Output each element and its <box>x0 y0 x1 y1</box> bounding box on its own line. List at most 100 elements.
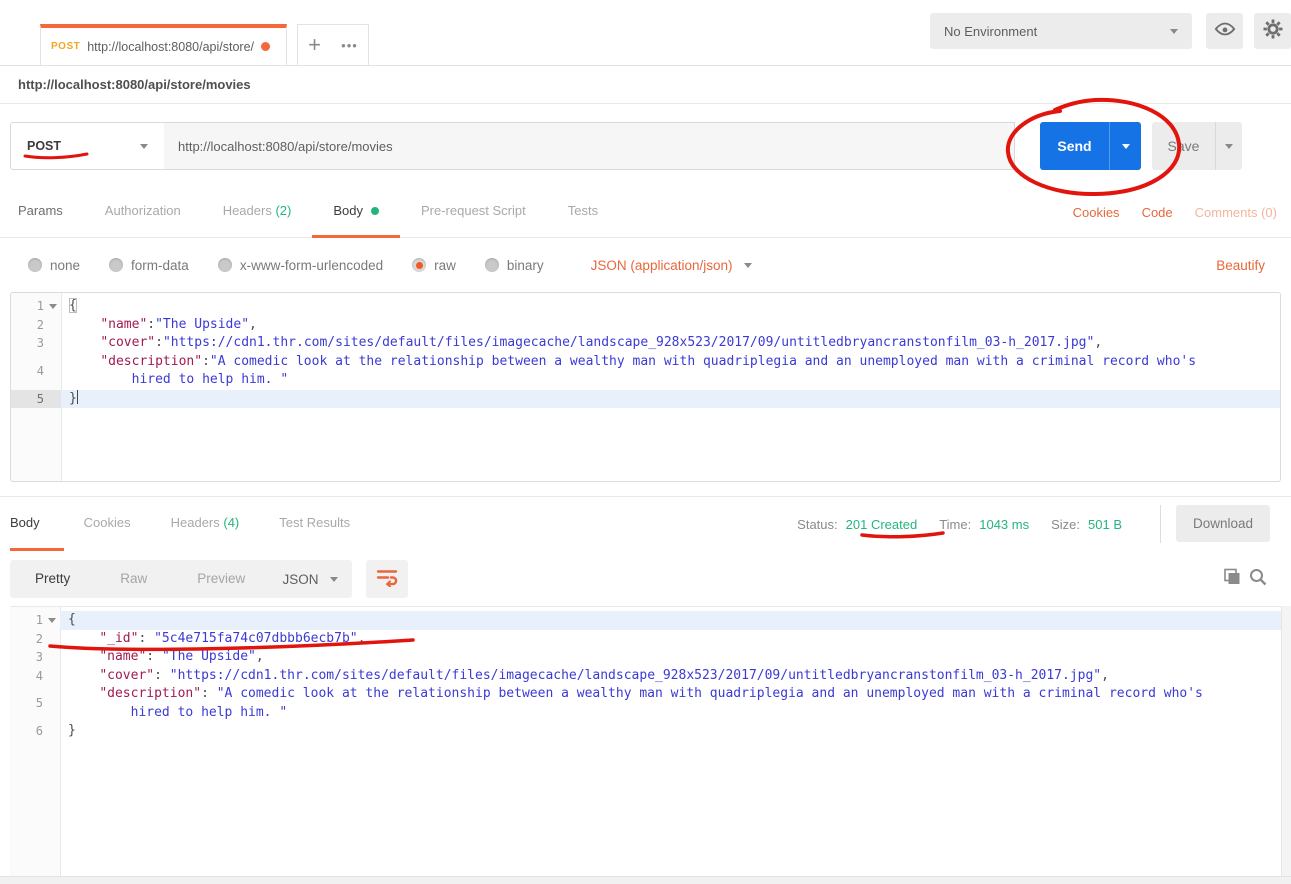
wrap-lines-button[interactable] <box>366 560 408 598</box>
tab-authorization[interactable]: Authorization <box>84 186 202 238</box>
code-line-3[interactable]: 3 "name": "The Upside", <box>10 648 1291 667</box>
method-selector[interactable]: POST <box>10 122 165 170</box>
code-line-5[interactable]: 5} <box>11 390 1280 409</box>
body-mode-form-data[interactable]: form-data <box>109 258 189 273</box>
vertical-scrollbar[interactable] <box>1281 606 1291 876</box>
top-bar: POST http://localhost:8080/api/store/ + … <box>0 0 1291 66</box>
request-builder: POST Send Save <box>0 104 1291 186</box>
content-type-selector[interactable]: JSON (application/json) <box>591 258 753 273</box>
line-number-4: 4 <box>10 667 60 686</box>
settings-button[interactable] <box>1254 13 1291 49</box>
search-icon <box>1248 574 1268 591</box>
fold-caret-icon[interactable] <box>49 304 57 309</box>
environment-selector[interactable]: No Environment <box>930 13 1192 49</box>
chevron-down-icon <box>1225 144 1233 149</box>
line-number-2: 2 <box>10 630 60 649</box>
url-input[interactable] <box>164 122 1015 170</box>
code-line-1[interactable]: 1{ <box>10 611 1291 630</box>
line-number-4: 4 <box>11 353 61 390</box>
line-number-5: 5 <box>11 390 61 409</box>
download-button[interactable]: Download <box>1176 505 1270 542</box>
radio-selected-icon[interactable] <box>412 258 426 272</box>
body-mode-none[interactable]: none <box>28 258 80 273</box>
status-label: Status: <box>797 517 837 532</box>
tab-body[interactable]: Body <box>312 186 400 238</box>
code-line-5[interactable]: 5 "description": "A comedic look at the … <box>10 685 1291 722</box>
wrap-lines-icon <box>376 567 398 592</box>
response-body-editor[interactable]: 1{2 "_id": "5c4e715fa74c07dbbb6ecb7b",3 … <box>10 606 1291 876</box>
code-line-4[interactable]: 4 "description":"A comedic look at the r… <box>11 353 1280 390</box>
cookies-link[interactable]: Cookies <box>1073 205 1120 220</box>
code-line-4[interactable]: 4 "cover": "https://cdn1.thr.com/sites/d… <box>10 667 1291 686</box>
view-pretty[interactable]: Pretty <box>10 560 95 598</box>
request-tabs: Params Authorization Headers (2) Body Pr… <box>18 186 619 238</box>
response-meta: Status: 201 Created Time: 1043 ms Size: … <box>797 497 1136 552</box>
request-tabs-row: Params Authorization Headers (2) Body Pr… <box>0 186 1291 238</box>
tab-url-label: http://localhost:8080/api/store/ <box>87 40 254 54</box>
response-tab-body[interactable]: Body <box>10 497 64 552</box>
code-line-1[interactable]: 1{ <box>11 297 1280 316</box>
request-code-rows: 1{2 "name":"The Upside",3 "cover":"https… <box>11 297 1280 408</box>
code-line-6[interactable]: 6} <box>10 722 1291 741</box>
radio-icon[interactable] <box>218 258 232 272</box>
line-number-5: 5 <box>10 685 60 722</box>
environment-quick-look-button[interactable] <box>1206 13 1243 49</box>
view-preview[interactable]: Preview <box>172 560 270 598</box>
copy-response-button[interactable] <box>1222 567 1242 592</box>
tab-params[interactable]: Params <box>18 186 84 238</box>
tab-headers[interactable]: Headers (2) <box>202 186 313 238</box>
line-number-1: 1 <box>10 611 60 630</box>
horizontal-scrollbar[interactable] <box>0 876 1291 884</box>
radio-icon[interactable] <box>485 258 499 272</box>
content-type-label: JSON (application/json) <box>591 258 733 273</box>
comments-link[interactable]: Comments (0) <box>1195 205 1277 220</box>
search-response-button[interactable] <box>1248 567 1268 592</box>
gear-icon <box>1261 17 1285 46</box>
send-options-caret[interactable] <box>1109 122 1141 170</box>
response-tab-cookies[interactable]: Cookies <box>64 497 151 552</box>
response-format-selector[interactable]: JSON <box>268 560 352 598</box>
tab-pre-request-script[interactable]: Pre-request Script <box>400 186 547 238</box>
body-mode-raw[interactable]: raw <box>412 258 456 273</box>
new-tab-button[interactable]: + <box>297 24 332 66</box>
body-present-dot <box>371 207 379 215</box>
chevron-down-icon <box>1170 29 1178 34</box>
line-number-3: 3 <box>10 648 60 667</box>
body-mode-x-www-form-urlencoded[interactable]: x-www-form-urlencoded <box>218 258 383 273</box>
chevron-down-icon <box>744 263 752 268</box>
tab-options-button[interactable]: ••• <box>331 24 369 66</box>
eye-icon <box>1214 18 1236 45</box>
response-format-label: JSON <box>282 572 318 587</box>
response-headers-count: (4) <box>223 515 239 530</box>
radio-icon[interactable] <box>28 258 42 272</box>
view-raw[interactable]: Raw <box>95 560 172 598</box>
save-options-caret[interactable] <box>1215 122 1242 170</box>
send-button[interactable]: Send <box>1040 122 1141 170</box>
response-view-group: Pretty Raw Preview <box>10 560 270 598</box>
response-toolbar: Pretty Raw Preview JSON <box>0 551 1291 606</box>
radio-icon[interactable] <box>109 258 123 272</box>
response-tabs: Body Cookies Headers (4) Test Results <box>10 497 370 552</box>
code-line-3[interactable]: 3 "cover":"https://cdn1.thr.com/sites/de… <box>11 334 1280 353</box>
code-line-2[interactable]: 2 "name":"The Upside", <box>11 316 1280 335</box>
response-tab-headers[interactable]: Headers (4) <box>151 497 260 552</box>
tab-method-label: POST <box>51 41 80 52</box>
size-label: Size: <box>1051 517 1080 532</box>
body-mode-binary[interactable]: binary <box>485 258 544 273</box>
request-links: Cookies Code Comments (0) <box>1073 186 1277 238</box>
tab-tests[interactable]: Tests <box>547 186 619 238</box>
save-button[interactable]: Save <box>1152 122 1242 170</box>
code-link[interactable]: Code <box>1142 205 1173 220</box>
code-line-2[interactable]: 2 "_id": "5c4e715fa74c07dbbb6ecb7b", <box>10 630 1291 649</box>
time-label: Time: <box>939 517 971 532</box>
line-number-6: 6 <box>10 722 60 741</box>
unsaved-changes-dot <box>261 42 270 51</box>
send-button-label: Send <box>1040 122 1109 170</box>
response-tab-test-results[interactable]: Test Results <box>259 497 370 552</box>
request-body-editor[interactable]: 1{2 "name":"The Upside",3 "cover":"https… <box>10 292 1281 482</box>
request-tab[interactable]: POST http://localhost:8080/api/store/ <box>40 24 287 66</box>
request-title: http://localhost:8080/api/store/movies <box>0 66 1291 104</box>
postman-app: POST http://localhost:8080/api/store/ + … <box>0 0 1291 884</box>
beautify-link[interactable]: Beautify <box>1216 258 1265 273</box>
fold-caret-icon[interactable] <box>48 618 56 623</box>
